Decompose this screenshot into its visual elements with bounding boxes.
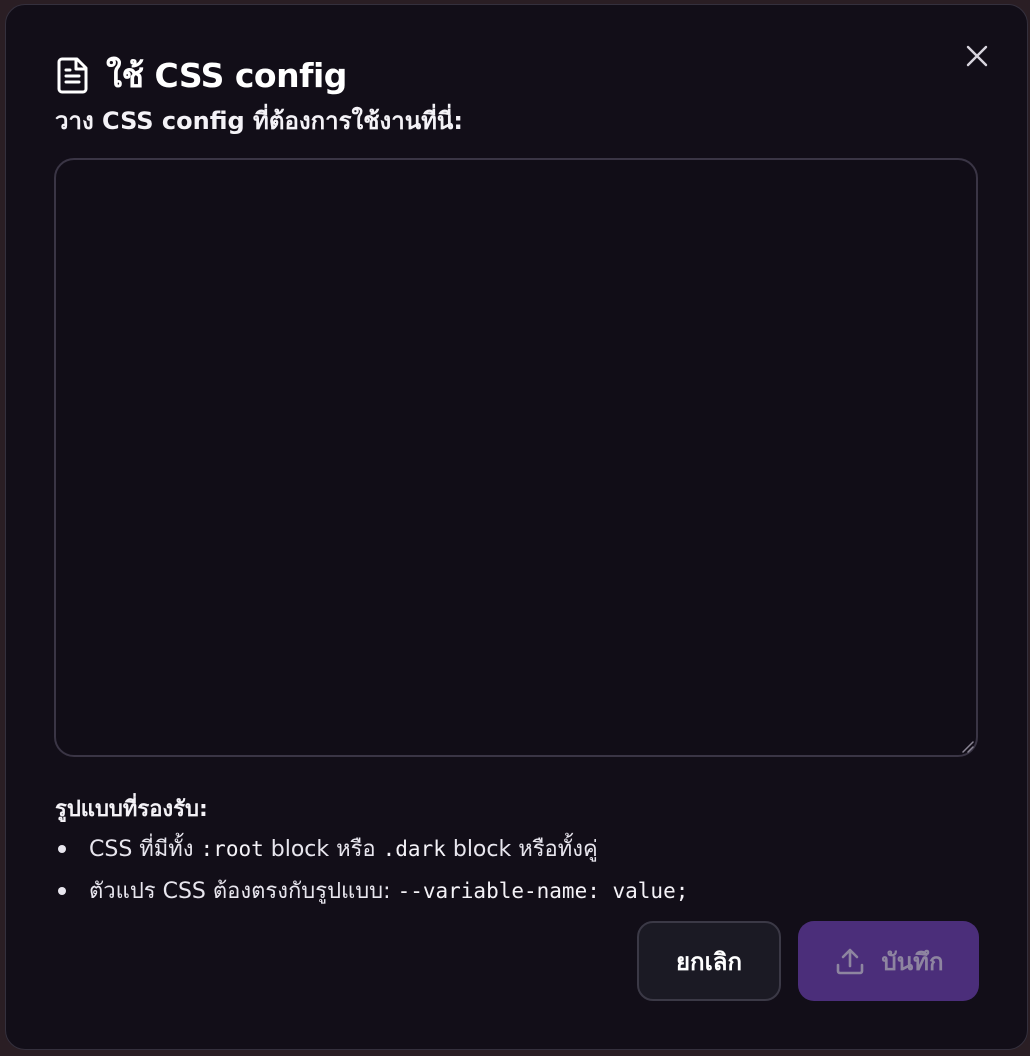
dark-code: .dark	[382, 837, 446, 861]
supported-formats-list: CSS ที่มีทั้ง :root block หรือ .dark blo…	[55, 829, 688, 913]
format-item-1-text-a: CSS ที่มีทั้ง	[89, 837, 201, 862]
save-button[interactable]: บันทึก	[798, 921, 979, 1001]
dialog-header: ใช้ CSS config	[56, 51, 347, 99]
close-button[interactable]	[961, 40, 993, 72]
supported-formats-heading: รูปแบบที่รองรับ:	[55, 797, 208, 822]
cancel-button[interactable]: ยกเลิก	[637, 921, 781, 1001]
dialog-title: ใช้ CSS config	[106, 55, 347, 95]
css-config-textarea[interactable]	[54, 158, 978, 757]
format-item-1-text-b: block หรือ	[263, 837, 383, 862]
upload-icon	[834, 945, 866, 977]
format-item-2-text: ตัวแปร CSS ต้องตรงกับรูปแบบ:	[89, 879, 398, 904]
dialog-subtitle: วาง CSS config ที่ต้องการใช้งานที่นี่:	[55, 107, 463, 135]
format-item-1-text-c: block หรือทั้งคู่	[445, 837, 598, 862]
document-icon	[56, 56, 90, 94]
root-code: :root	[200, 837, 264, 861]
resize-grip-icon[interactable]	[960, 739, 974, 753]
close-icon	[966, 45, 988, 67]
format-item-root-dark: CSS ที่มีทั้ง :root block หรือ .dark blo…	[55, 829, 688, 871]
save-button-label: บันทึก	[881, 947, 944, 976]
css-config-dialog: ใช้ CSS config วาง CSS config ที่ต้องการ…	[5, 4, 1028, 1050]
format-item-variables: ตัวแปร CSS ต้องตรงกับรูปแบบ: --variable-…	[55, 871, 688, 913]
variable-code: --variable-name: value;	[397, 879, 689, 903]
